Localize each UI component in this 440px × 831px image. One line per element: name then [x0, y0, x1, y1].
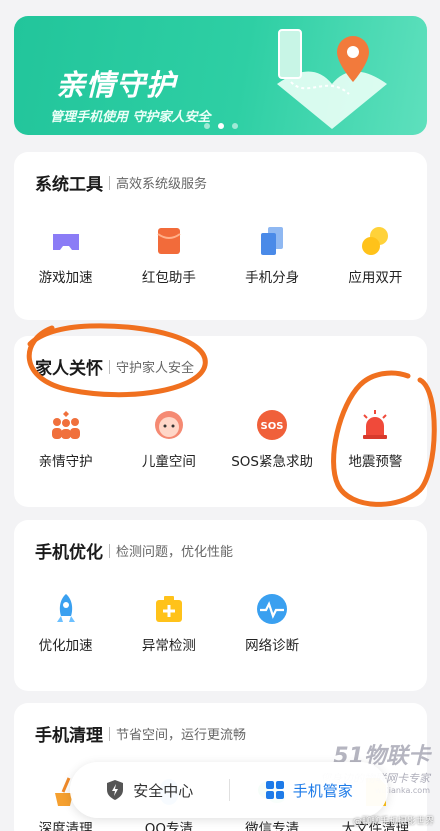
section-subtitle: 高效系统级服务	[116, 177, 208, 192]
game-boost-button[interactable]: 游戏加速	[14, 224, 117, 286]
bottom-nav: 安全中心 手机管家	[70, 762, 388, 818]
grid-icon	[265, 781, 284, 799]
section-subtitle: 守护家人安全	[116, 361, 195, 376]
network-diagnose-button[interactable]: 网络诊断	[221, 592, 324, 654]
anomaly-check-button[interactable]: 异常检测	[117, 592, 220, 654]
red-packet-icon	[157, 228, 181, 254]
sos-button[interactable]: SOS SOS紧急求助	[221, 408, 324, 470]
nav-label: 安全中心	[133, 781, 194, 800]
phone-clone-button[interactable]: 手机分身	[221, 224, 324, 286]
section-title: 手机清理	[35, 726, 103, 746]
svg-text:SOS: SOS	[261, 421, 284, 432]
dual-apps-button[interactable]: 应用双开	[324, 224, 427, 286]
family-icon	[51, 411, 80, 439]
network-pulse-icon	[257, 594, 288, 624]
pagination-dot-active[interactable]	[217, 123, 224, 129]
dual-apps-icon	[362, 227, 389, 255]
nav-security-center[interactable]: 安全中心	[70, 779, 229, 801]
family-guard-button[interactable]: 亲情守护	[14, 408, 117, 470]
rocket-icon	[56, 594, 75, 622]
first-aid-icon	[155, 596, 182, 622]
watermark-credit: @聊聊手机摄影世界	[352, 817, 434, 827]
promo-banner[interactable]: 亲情守护 管理手机使用 守护家人安全	[14, 16, 427, 135]
optimize-boost-button[interactable]: 优化加速	[14, 592, 117, 654]
section-subtitle: 检测问题，优化性能	[116, 545, 234, 560]
section-title: 家人关怀	[35, 359, 103, 379]
system-tools-card: 系统工具 高效系统级服务 游戏加速 红包助手 手机分身 应用双开	[14, 152, 427, 320]
pagination-dot[interactable]	[231, 123, 238, 129]
child-face-icon	[154, 411, 183, 439]
sos-icon: SOS	[257, 410, 288, 440]
alarm-light-icon	[363, 410, 388, 439]
phone-clone-icon	[261, 227, 284, 255]
phone-optimize-card: 手机优化 检测问题，优化性能 优化加速 异常检测 网络诊断	[14, 520, 427, 691]
nav-label: 手机管家	[292, 781, 353, 800]
section-title: 系统工具	[35, 175, 103, 195]
section-subtitle: 节省空间，运行更流畅	[116, 728, 247, 743]
pagination-dot[interactable]	[203, 123, 210, 129]
nav-phone-manager[interactable]: 手机管家	[230, 780, 389, 801]
kids-space-button[interactable]: 儿童空间	[117, 408, 220, 470]
section-title: 手机优化	[35, 543, 103, 563]
shield-icon	[107, 780, 124, 800]
banner-title: 亲情守护	[56, 68, 177, 102]
red-packet-button[interactable]: 红包助手	[117, 224, 220, 286]
earthquake-alert-button[interactable]: 地震预警	[324, 408, 427, 470]
gamepad-icon	[52, 234, 79, 250]
banner-pagination[interactable]	[14, 123, 427, 129]
family-care-card: 家人关怀 守护家人安全 亲情守护 儿童空间 SOS SOS紧急求助 地震预警	[14, 336, 427, 507]
map-heart-illustration	[277, 29, 387, 129]
